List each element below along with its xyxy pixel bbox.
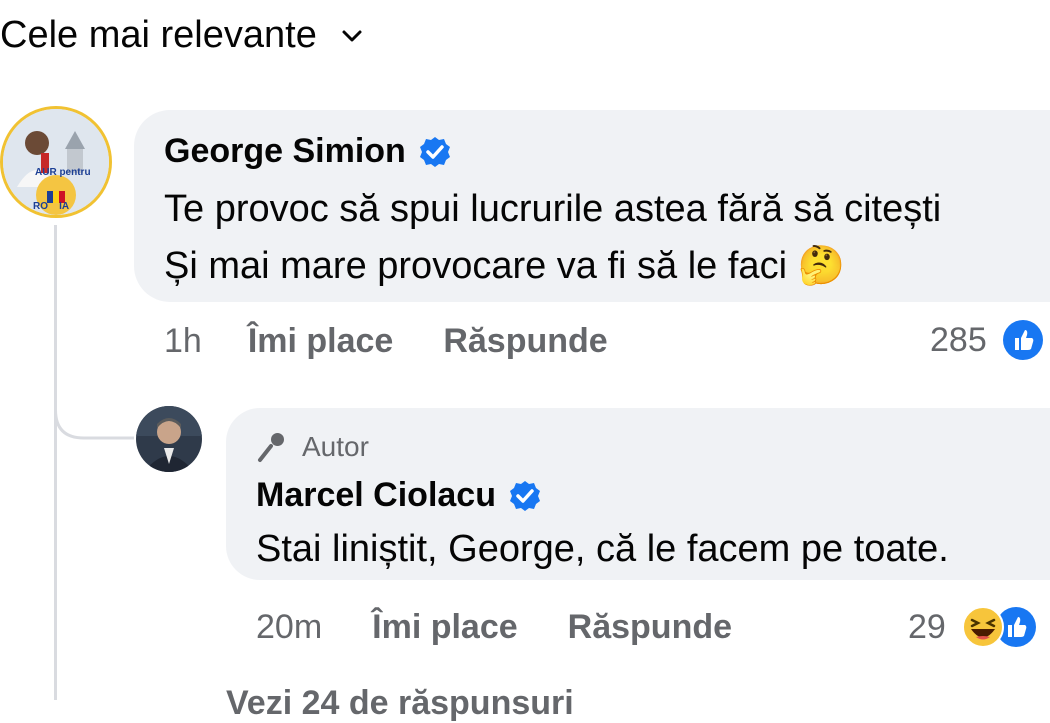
- comment-timestamp[interactable]: 1h: [164, 322, 202, 361]
- haha-reaction-icon: [961, 606, 1004, 648]
- comment-reactions[interactable]: 285: [930, 320, 1043, 360]
- sort-label: Cele mai relevante: [0, 14, 317, 56]
- reply-button[interactable]: Răspunde: [443, 322, 607, 361]
- reply-reactions[interactable]: 29: [908, 606, 1036, 648]
- see-more-replies-link[interactable]: Vezi 24 de răspunsuri: [226, 684, 574, 723]
- thread-line: [54, 225, 57, 700]
- avatar-marcel-ciolacu[interactable]: [136, 406, 202, 472]
- comment-actions: 1h Îmi place Răspunde: [164, 322, 608, 361]
- reply-text: Stai liniștit, George, că le facem pe to…: [256, 528, 949, 570]
- reply-timestamp[interactable]: 20m: [256, 608, 322, 647]
- avatar-image: [3, 109, 109, 215]
- avatar-logo-text: AUR pentru: [35, 167, 91, 178]
- thread-connector: [54, 380, 134, 440]
- chevron-down-icon: [342, 30, 362, 41]
- reactions-count: 285: [930, 320, 987, 359]
- comment-text-line-1: Te provoc să spui lucrurile astea fără s…: [164, 188, 942, 230]
- like-reaction-icon: [1002, 320, 1043, 360]
- reply-actions: 20m Îmi place Răspunde: [256, 608, 732, 647]
- sort-dropdown[interactable]: Cele mai relevante: [0, 14, 365, 57]
- reactions-count: 29: [908, 607, 946, 646]
- reply-author[interactable]: Marcel Ciolacu: [256, 476, 496, 515]
- comment-author[interactable]: George Simion: [164, 132, 406, 171]
- author-tag-label: Autor: [302, 431, 369, 462]
- avatar-george-simion[interactable]: AUR pentru RO IA: [0, 106, 112, 218]
- reply-button[interactable]: Răspunde: [568, 608, 732, 647]
- reply-bubble: Autor Marcel Ciolacu Stai liniștit, Geor…: [226, 408, 1050, 580]
- like-button[interactable]: Îmi place: [372, 608, 518, 647]
- avatar-image: [136, 406, 202, 472]
- verified-badge-icon: [509, 480, 540, 511]
- avatar-logo-text-bottom: RO IA: [33, 201, 70, 212]
- comment-text-line-2: Și mai mare provocare va fi să le faci 🤔: [164, 245, 845, 287]
- verified-badge-icon: [419, 136, 450, 167]
- comment-bubble: George Simion Te provoc să spui lucruril…: [134, 110, 1050, 302]
- microphone-icon: [258, 433, 284, 462]
- author-tag: Autor: [256, 430, 369, 464]
- like-button[interactable]: Îmi place: [248, 322, 394, 361]
